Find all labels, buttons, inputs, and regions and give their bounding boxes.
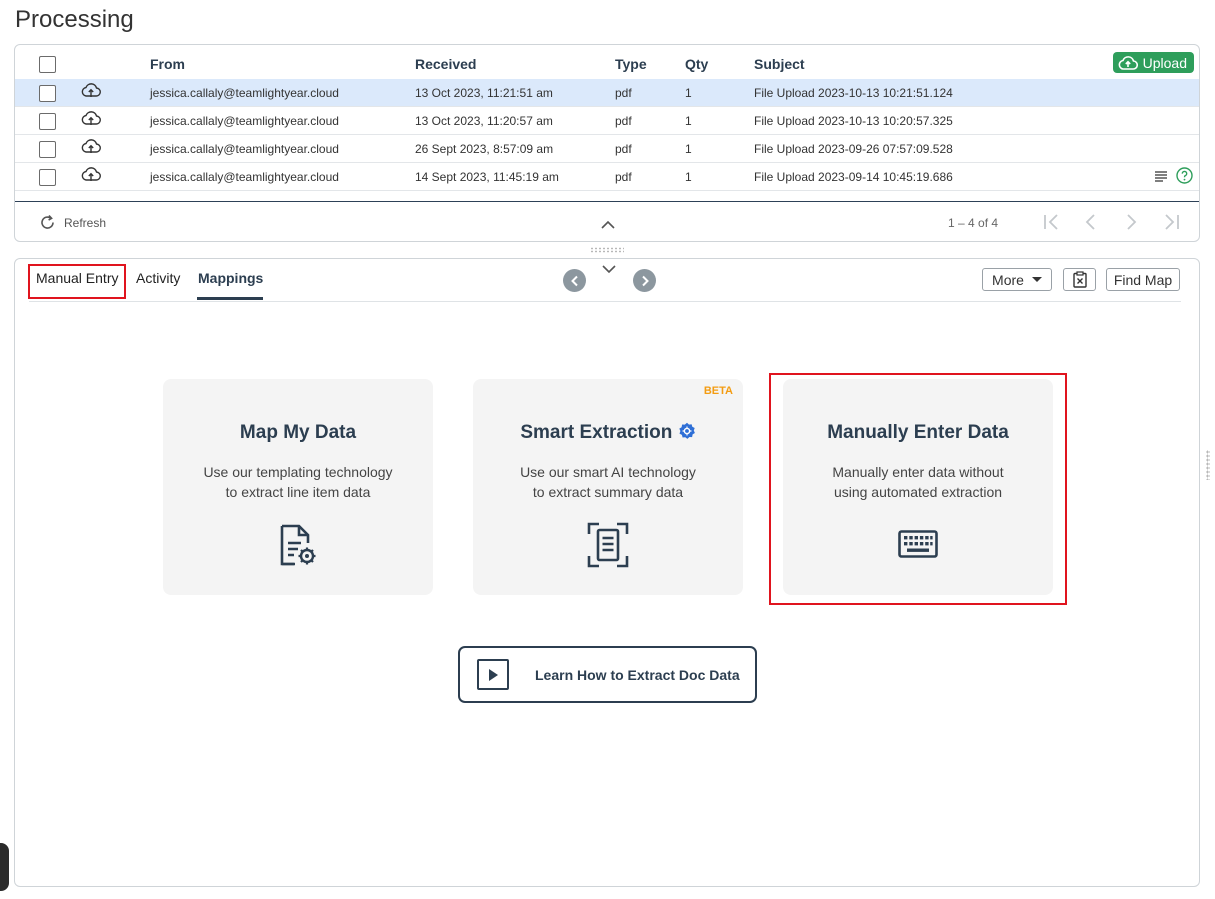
card-title: Map My Data — [239, 422, 357, 443]
find-map-button[interactable]: Find Map — [1106, 268, 1180, 291]
help-icon[interactable] — [1176, 167, 1193, 184]
row-checkbox[interactable] — [39, 169, 56, 186]
floating-side-tab[interactable] — [0, 843, 9, 891]
panel-splitter-handle[interactable] — [590, 247, 624, 253]
tab-mappings[interactable]: Mappings — [198, 270, 263, 286]
column-qty[interactable]: Qty — [685, 56, 708, 72]
refresh-icon — [41, 214, 54, 229]
row-checkbox[interactable] — [39, 141, 56, 158]
side-resize-handle[interactable] — [1206, 450, 1210, 480]
upload-button-label: Upload — [1142, 54, 1187, 71]
row-from: jessica.callaly@teamlightyear.cloud — [150, 142, 339, 156]
table-row[interactable]: jessica.callaly@teamlightyear.cloud 13 O… — [15, 107, 1199, 135]
grid-header: From Received Type Qty Subject Upload — [15, 45, 1199, 80]
table-row[interactable]: jessica.callaly@teamlightyear.cloud 13 O… — [15, 79, 1199, 107]
cloud-upload-icon — [81, 83, 101, 97]
caret-down-icon — [1031, 277, 1042, 282]
row-from: jessica.callaly@teamlightyear.cloud — [150, 114, 339, 128]
next-page-icon[interactable] — [1124, 214, 1138, 230]
column-type[interactable]: Type — [615, 56, 647, 72]
card-description-line: Use our templating technology — [203, 464, 393, 480]
card-description-line: to extract line item data — [225, 484, 371, 500]
pager-range: 1 – 4 of 4 — [948, 216, 999, 230]
document-detail-panel: Manual Entry Activity Mappings More Find… — [14, 258, 1200, 887]
row-subject: File Upload 2023-10-13 10:21:51.124 — [754, 86, 953, 100]
card-description-line: Use our smart AI technology — [520, 464, 696, 480]
column-from[interactable]: From — [150, 56, 185, 72]
row-from: jessica.callaly@teamlightyear.cloud — [150, 86, 339, 100]
more-button-label: More — [992, 271, 1024, 288]
row-from: jessica.callaly@teamlightyear.cloud — [150, 170, 339, 184]
card-title-text: Smart Extraction — [520, 422, 673, 443]
row-received: 26 Sept 2023, 8:57:09 am — [415, 142, 554, 156]
smart-extraction-card[interactable]: BETA Smart Extraction Use our smart AI t… — [473, 379, 743, 595]
cloud-upload-icon — [81, 167, 101, 181]
select-all-checkbox[interactable] — [39, 56, 56, 73]
row-received: 13 Oct 2023, 11:21:51 am — [415, 86, 553, 100]
cloud-upload-icon — [81, 111, 101, 125]
page-title: Processing — [15, 6, 134, 33]
highlight-box-manual-entry — [28, 264, 126, 299]
row-type: pdf — [615, 114, 632, 128]
row-received: 14 Sept 2023, 11:45:19 am — [415, 170, 559, 184]
card-description-line: to extract summary data — [532, 484, 684, 500]
row-subject: File Upload 2023-09-26 07:57:09.528 — [754, 142, 953, 156]
highlight-box-manual-card — [769, 373, 1067, 605]
documents-grid: From Received Type Qty Subject Upload je… — [14, 44, 1200, 242]
row-checkbox[interactable] — [39, 85, 56, 102]
card-description: Use our templating technology to extract… — [163, 462, 433, 502]
column-subject[interactable]: Subject — [754, 56, 805, 72]
last-page-icon[interactable] — [1162, 214, 1180, 230]
chevron-left-icon — [570, 275, 578, 286]
active-tab-indicator — [197, 297, 263, 300]
play-icon — [477, 659, 509, 690]
clipboard-x-icon — [1072, 271, 1087, 288]
previous-document-button[interactable] — [563, 269, 586, 292]
row-checkbox[interactable] — [39, 113, 56, 130]
row-qty: 1 — [685, 142, 692, 156]
tab-activity[interactable]: Activity — [136, 270, 180, 286]
card-title: Smart Extraction — [473, 422, 743, 444]
notes-icon[interactable] — [1154, 170, 1168, 182]
table-row[interactable]: jessica.callaly@teamlightyear.cloud 26 S… — [15, 135, 1199, 163]
refresh-button[interactable]: Refresh — [39, 214, 106, 231]
cloud-upload-icon — [81, 139, 101, 153]
cloud-upload-icon — [1118, 55, 1138, 70]
document-scan-icon — [587, 522, 629, 568]
row-type: pdf — [615, 170, 632, 184]
row-actions — [1154, 167, 1193, 184]
row-subject: File Upload 2023-09-14 10:45:19.686 — [754, 170, 953, 184]
chevron-up-icon[interactable] — [601, 220, 615, 229]
map-my-data-card[interactable]: Map My Data Use our templating technolog… — [163, 379, 433, 595]
first-page-icon[interactable] — [1043, 214, 1061, 230]
row-qty: 1 — [685, 86, 692, 100]
row-qty: 1 — [685, 170, 692, 184]
upload-button[interactable]: Upload — [1112, 52, 1194, 73]
column-received[interactable]: Received — [415, 56, 476, 72]
next-document-button[interactable] — [633, 269, 656, 292]
chevron-down-icon[interactable] — [602, 265, 616, 274]
learn-button-label: Learn How to Extract Doc Data — [535, 666, 740, 683]
beta-badge: BETA — [703, 385, 733, 397]
tabs-divider — [29, 301, 1181, 302]
chevron-right-icon — [641, 275, 649, 286]
row-type: pdf — [615, 142, 632, 156]
card-description: Use our smart AI technology to extract s… — [473, 462, 743, 502]
row-type: pdf — [615, 86, 632, 100]
previous-page-icon[interactable] — [1084, 214, 1098, 230]
refresh-label: Refresh — [64, 215, 107, 230]
learn-how-to-extract-button[interactable]: Learn How to Extract Doc Data — [458, 646, 757, 703]
row-qty: 1 — [685, 114, 692, 128]
verified-badge-icon — [678, 422, 695, 439]
clear-mapping-button[interactable] — [1063, 268, 1096, 291]
more-dropdown-button[interactable]: More — [982, 268, 1052, 291]
row-received: 13 Oct 2023, 11:20:57 am — [415, 114, 553, 128]
document-settings-icon — [280, 524, 316, 566]
row-subject: File Upload 2023-10-13 10:20:57.325 — [754, 114, 953, 128]
table-row[interactable]: jessica.callaly@teamlightyear.cloud 14 S… — [15, 163, 1199, 191]
